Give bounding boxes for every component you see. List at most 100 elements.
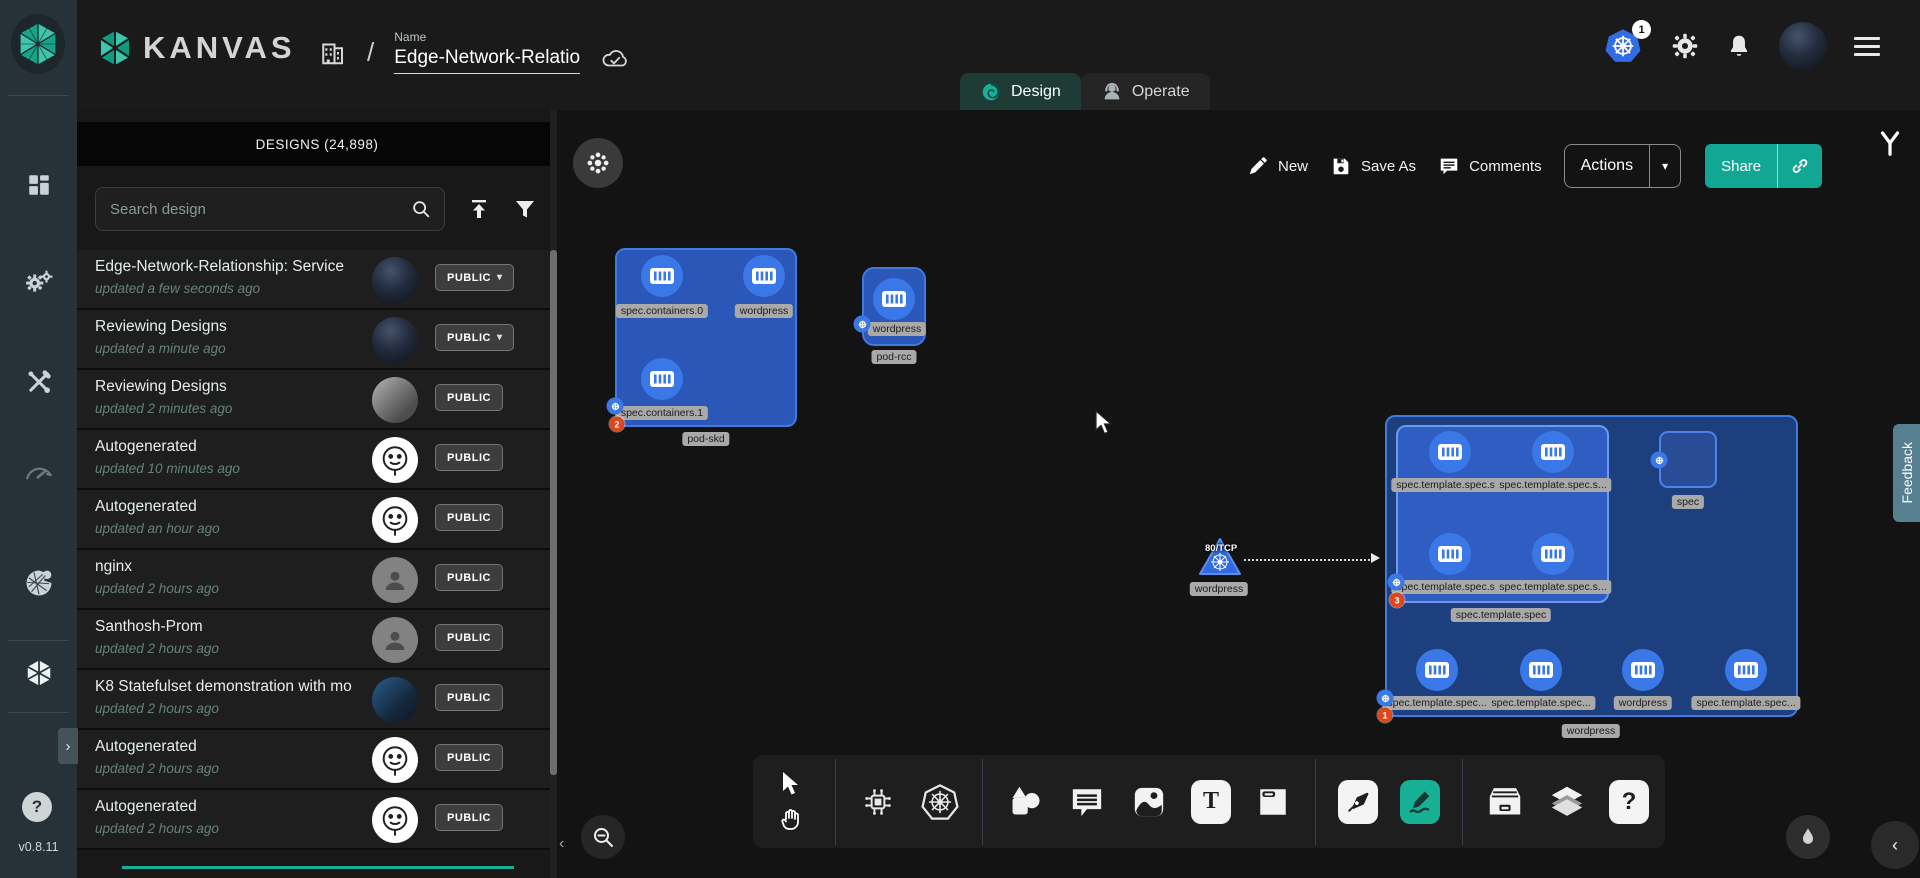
container-node[interactable] <box>1725 649 1767 691</box>
error-count-badge[interactable]: 1 <box>1378 708 1393 723</box>
design-canvas[interactable]: New Save As Comments Actions <box>557 110 1920 878</box>
design-list-item[interactable]: Santhosh-Prom updated 2 hours ago PUBLIC <box>77 610 550 670</box>
container-node[interactable] <box>641 358 683 400</box>
design-list-item[interactable]: nginx updated 2 hours ago PUBLIC <box>77 550 550 610</box>
ink-drop-button[interactable] <box>1786 815 1830 859</box>
version-branch-icon[interactable] <box>1875 128 1905 158</box>
container-node[interactable] <box>1416 649 1458 691</box>
kubernetes-badge[interactable] <box>607 398 624 415</box>
layers-tool[interactable] <box>1547 780 1587 824</box>
design-owner-avatar <box>372 737 418 783</box>
container-node[interactable] <box>1622 649 1664 691</box>
tab-operate[interactable]: Operate <box>1081 73 1210 110</box>
spec-node[interactable] <box>1659 431 1717 488</box>
pod-template-group[interactable] <box>1396 425 1609 603</box>
shapes-tool[interactable] <box>1005 780 1045 824</box>
actions-split-button[interactable]: Actions ▾ <box>1564 144 1682 188</box>
kubernetes-tool[interactable] <box>920 780 960 824</box>
kubernetes-badge[interactable] <box>1651 452 1668 469</box>
edge-arrowhead-icon <box>1371 553 1380 563</box>
design-name-field[interactable]: Name Edge-Network-Relatio <box>394 30 580 74</box>
container-node[interactable] <box>1520 649 1562 691</box>
new-button[interactable]: New <box>1247 155 1308 177</box>
sidebar-item-extensions[interactable] <box>0 568 77 598</box>
container-node[interactable] <box>1532 431 1574 473</box>
tab-design[interactable]: Design <box>960 73 1081 110</box>
user-avatar[interactable] <box>1779 22 1827 70</box>
share-split-button[interactable]: Share <box>1705 144 1822 188</box>
designs-list: Edge-Network-Relationship: Service updat… <box>77 250 550 850</box>
kubernetes-badge[interactable] <box>1388 574 1405 591</box>
design-owner-avatar <box>372 497 418 543</box>
drawer-tool[interactable] <box>1485 780 1525 824</box>
image-tool[interactable] <box>1129 780 1169 824</box>
design-list-item[interactable]: Autogenerated updated 2 hours ago PUBLIC <box>77 730 550 790</box>
design-list-item[interactable]: Autogenerated updated an hour ago PUBLIC <box>77 490 550 550</box>
error-count-badge[interactable]: 2 <box>610 417 625 432</box>
container-node[interactable] <box>1429 533 1471 575</box>
zoom-out-button[interactable] <box>581 815 625 859</box>
help-tool[interactable]: ? <box>1609 780 1649 824</box>
container-icon <box>649 368 675 390</box>
design-list-item[interactable]: K8 Statefulset demonstration with mo upd… <box>77 670 550 730</box>
chevron-down-icon[interactable]: ▾ <box>1650 159 1680 173</box>
visibility-select[interactable]: PUBLIC <box>435 264 514 291</box>
sidebar-item-lifecycle[interactable] <box>0 268 77 296</box>
toolbar-collapse-left[interactable]: ‹ <box>559 835 564 853</box>
sidebar-item-performance[interactable] <box>0 462 77 484</box>
design-name-input[interactable]: Edge-Network-Relatio <box>394 47 580 74</box>
save-as-button[interactable]: Save As <box>1330 155 1416 177</box>
notifications-button[interactable] <box>1726 32 1752 60</box>
comment-icon <box>1438 155 1460 177</box>
select-tool[interactable] <box>769 766 813 802</box>
panel-scrollbar[interactable] <box>550 110 557 878</box>
container-node[interactable] <box>641 255 683 297</box>
comments-button[interactable]: Comments <box>1438 155 1542 177</box>
sidebar-item-configuration[interactable] <box>0 368 77 396</box>
design-list-item[interactable]: Reviewing Designs updated a minute ago P… <box>77 310 550 370</box>
sticky-note-tool[interactable] <box>1253 780 1293 824</box>
menu-button[interactable] <box>1854 37 1880 56</box>
container-node[interactable] <box>743 255 785 297</box>
design-list-item[interactable]: Reviewing Designs updated 2 minutes ago … <box>77 370 550 430</box>
text-tool[interactable]: T <box>1191 780 1231 824</box>
kubernetes-badge[interactable] <box>854 316 871 333</box>
settings-button[interactable] <box>1671 32 1699 60</box>
kanvas-brand[interactable]: KANVAS <box>97 28 296 68</box>
error-count-badge[interactable]: 3 <box>1390 593 1405 608</box>
components-tool[interactable] <box>858 780 898 824</box>
meshery-logo[interactable] <box>11 14 65 74</box>
freehand-draw-tool[interactable] <box>1400 780 1440 824</box>
filter-button[interactable] <box>513 197 537 221</box>
kubernetes-badge[interactable] <box>1377 690 1394 707</box>
kubernetes-context-button[interactable]: 1 <box>1604 27 1644 65</box>
search-box[interactable] <box>95 187 445 231</box>
sidebar-item-dashboard[interactable] <box>0 172 77 198</box>
scrollbar-thumb[interactable] <box>550 250 557 775</box>
search-input[interactable] <box>96 201 410 218</box>
comment-tool[interactable] <box>1067 780 1107 824</box>
panel-collapse-right[interactable]: ‹ <box>1871 821 1919 869</box>
sidebar-item-kanvas[interactable] <box>0 658 77 688</box>
tab-operate-label: Operate <box>1132 83 1190 101</box>
pan-tool[interactable] <box>769 802 813 838</box>
copy-link-icon[interactable] <box>1778 156 1822 176</box>
design-owner-avatar <box>372 437 418 483</box>
design-list-item[interactable]: Autogenerated updated 10 minutes ago PUB… <box>77 430 550 490</box>
panel-expand-handle[interactable]: › <box>58 728 78 764</box>
canvas-menu-button[interactable] <box>573 138 623 188</box>
breadcrumb-separator: / <box>367 37 374 68</box>
container-node[interactable] <box>873 278 915 320</box>
design-name: Reviewing Designs <box>95 378 227 396</box>
design-list-item[interactable]: Autogenerated updated 2 hours ago PUBLIC <box>77 790 550 850</box>
pen-tool[interactable] <box>1338 780 1378 824</box>
import-design-button[interactable] <box>467 197 491 221</box>
design-list-item[interactable]: Edge-Network-Relationship: Service updat… <box>77 250 550 310</box>
organization-icon[interactable] <box>317 36 347 68</box>
help-button[interactable]: ? <box>22 792 52 822</box>
speedometer-icon <box>24 462 54 484</box>
container-node[interactable] <box>1532 533 1574 575</box>
container-node[interactable] <box>1429 431 1471 473</box>
feedback-tab[interactable]: Feedback <box>1893 424 1920 522</box>
visibility-select[interactable]: PUBLIC <box>435 324 514 351</box>
